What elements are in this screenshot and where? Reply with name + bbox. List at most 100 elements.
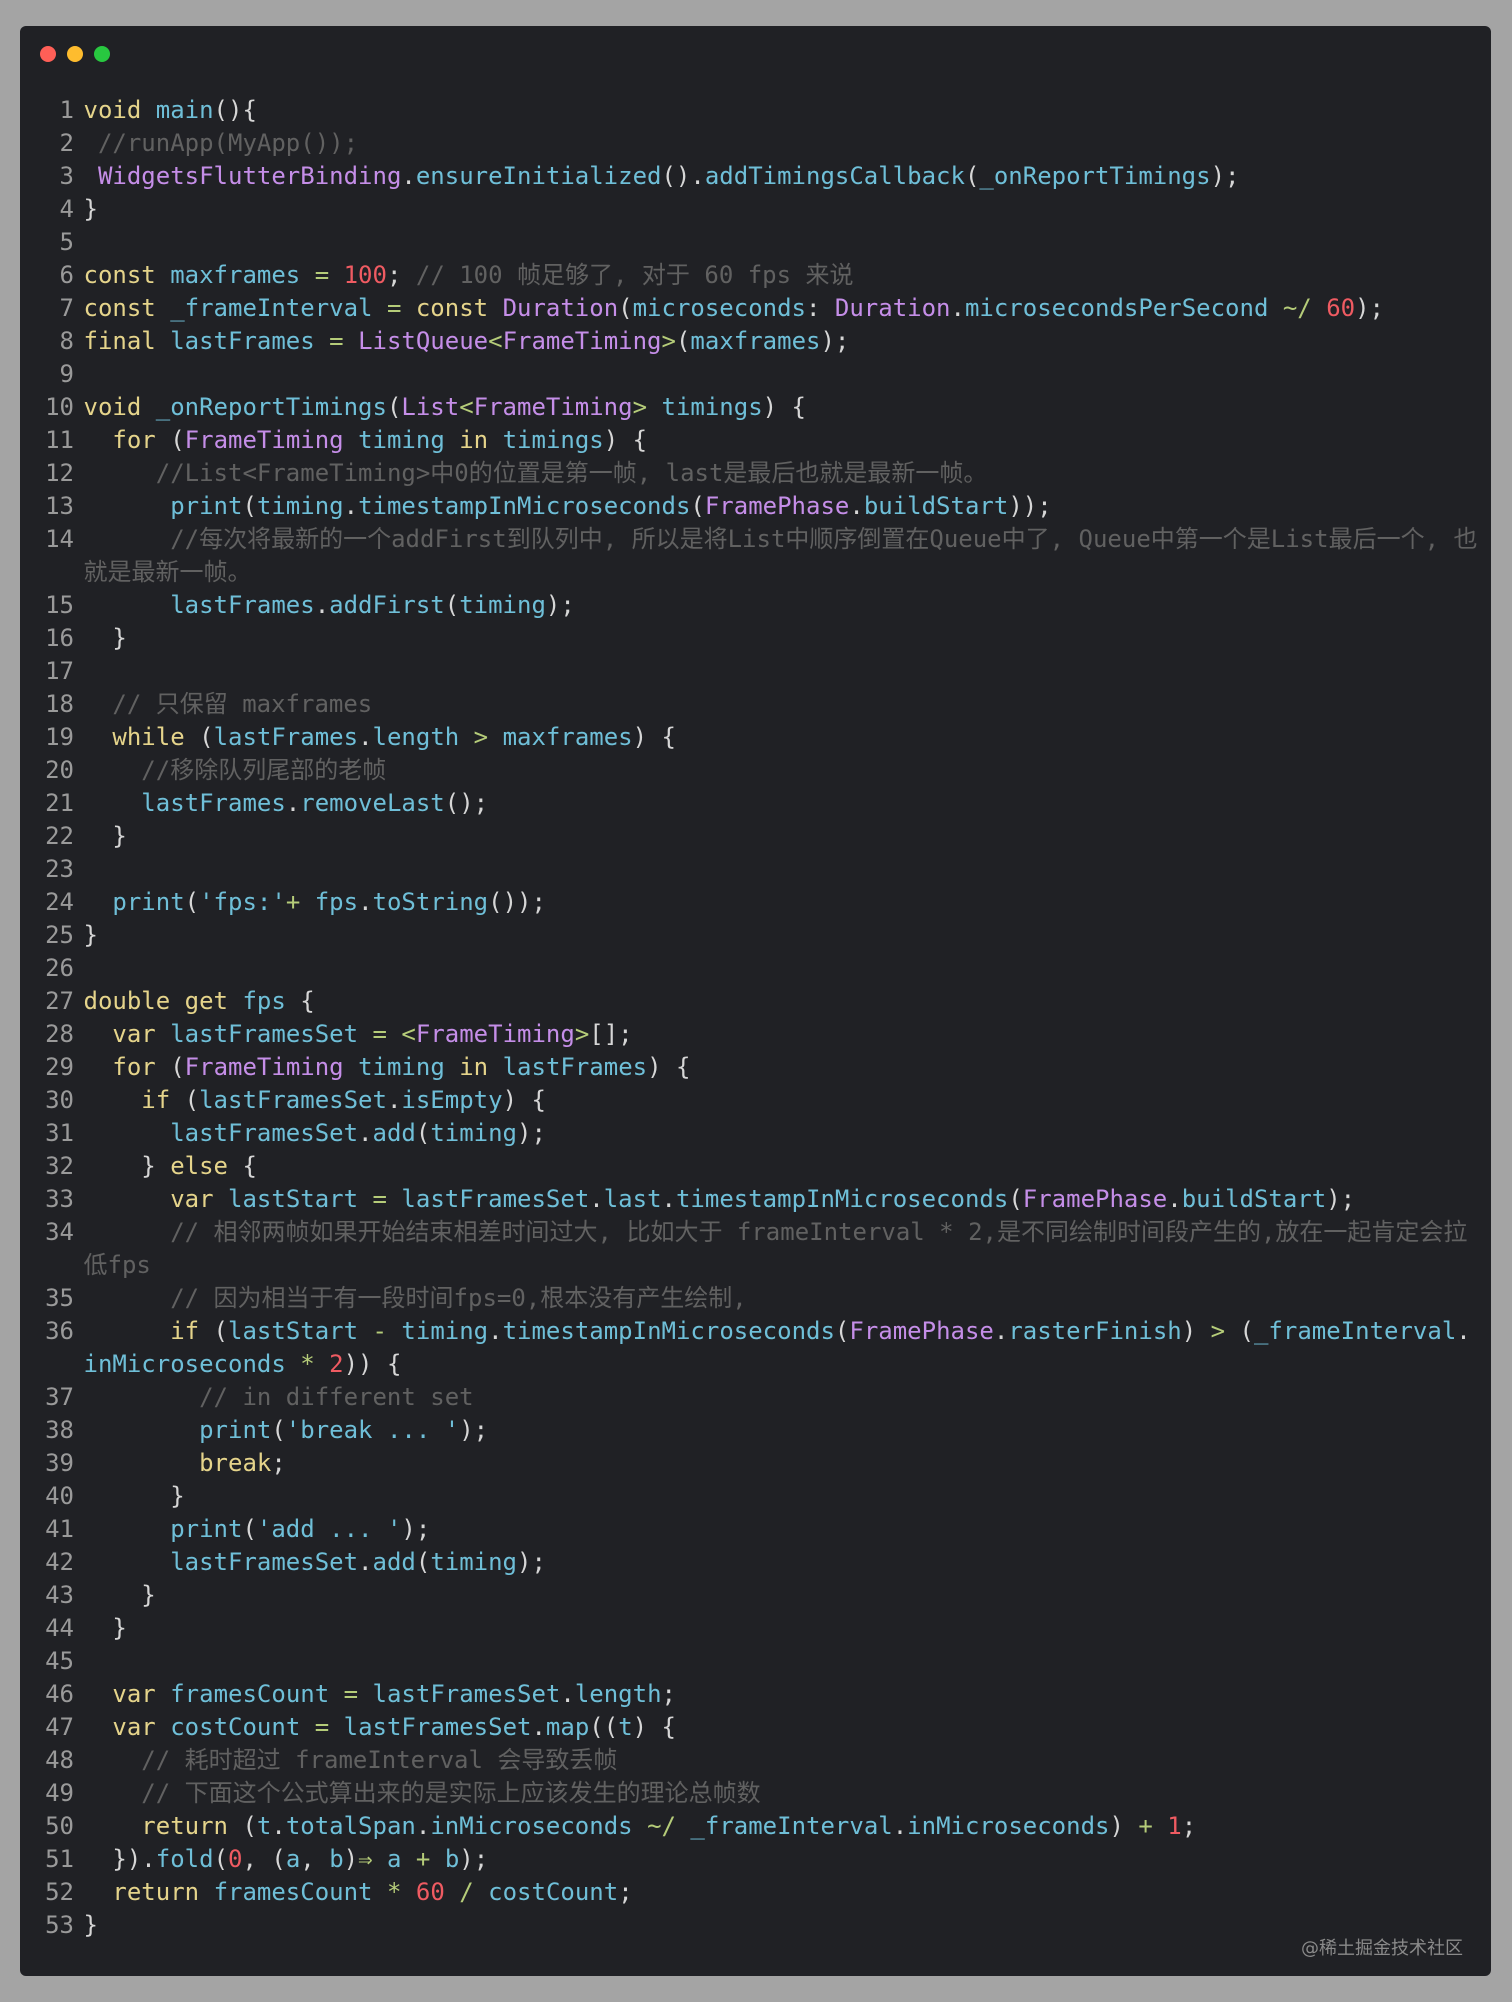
code-text: WidgetsFlutterBinding.ensureInitialized(… bbox=[74, 160, 1479, 193]
code-token: length bbox=[372, 723, 460, 751]
code-token: } bbox=[83, 195, 98, 223]
code-token: b bbox=[329, 1845, 344, 1873]
code-line: 29 for (FrameTiming timing in lastFrames… bbox=[20, 1051, 1491, 1084]
code-line: 19 while (lastFrames.length > maxframes)… bbox=[20, 721, 1491, 754]
code-token: ); bbox=[1326, 1185, 1356, 1213]
code-token: map bbox=[545, 1713, 590, 1741]
code-text: // 下面这个公式算出来的是实际上应该发生的理论总帧数 bbox=[74, 1777, 1479, 1810]
code-token: final bbox=[83, 327, 156, 355]
code-token: - bbox=[372, 1317, 387, 1345]
code-token: FrameTiming bbox=[502, 327, 662, 355]
line-number: 10 bbox=[45, 393, 74, 421]
code-token: addTimingsCallback bbox=[704, 162, 965, 190]
code-token: . bbox=[358, 1119, 373, 1147]
line-number: 42 bbox=[45, 1548, 74, 1576]
code-token: 'fps:' bbox=[199, 888, 286, 916]
code-token: FramePhase bbox=[849, 1317, 994, 1345]
code-token: 60 bbox=[415, 1878, 445, 1906]
code-token: ) { bbox=[632, 723, 676, 751]
code-text: lastFramesSet.add(timing); bbox=[74, 1546, 1479, 1579]
code-token: lastStart bbox=[228, 1185, 359, 1213]
code-token: lastFramesSet bbox=[170, 1119, 359, 1147]
line-number: 4 bbox=[59, 195, 74, 223]
code-token: timing bbox=[358, 1053, 445, 1081]
line-number: 21 bbox=[45, 789, 74, 817]
code-line: 41 print('add ... '); bbox=[20, 1513, 1491, 1546]
line-number: 48 bbox=[45, 1746, 74, 1774]
code-token: ( bbox=[618, 294, 633, 322]
code-token: . bbox=[589, 1185, 604, 1213]
code-line: 44 } bbox=[20, 1612, 1491, 1645]
code-editor: 1 void main(){2 //runApp(MyApp()); 3 Widge… bbox=[20, 94, 1491, 1942]
code-token: ( bbox=[184, 888, 200, 916]
code-text: } bbox=[74, 1612, 1479, 1645]
code-token: _frameInterval bbox=[690, 1812, 893, 1840]
code-token: . bbox=[314, 591, 330, 619]
code-text: } bbox=[74, 193, 1479, 226]
code-line: 30 if (lastFramesSet.isEmpty) { bbox=[20, 1084, 1491, 1117]
code-token: ; bbox=[618, 1878, 633, 1906]
code-token: ( bbox=[386, 393, 402, 421]
code-line: 34 // 相邻两帧如果开始结束相差时间过大, 比如大于 frameInterv… bbox=[20, 1216, 1491, 1282]
zoom-window-button[interactable] bbox=[94, 46, 110, 62]
code-token: { bbox=[285, 987, 315, 1015]
code-token: ( bbox=[170, 1086, 200, 1114]
line-number: 45 bbox=[45, 1647, 74, 1675]
watermark: @稀土掘金技术社区 bbox=[1301, 1938, 1463, 1959]
code-line: 39 break; bbox=[20, 1447, 1491, 1480]
code-text: void _onReportTimings(List<FrameTiming> … bbox=[74, 391, 1479, 424]
code-token: > bbox=[574, 1020, 590, 1048]
code-token: (); bbox=[444, 789, 489, 817]
line-number: 30 bbox=[45, 1086, 74, 1114]
close-window-button[interactable] bbox=[40, 46, 56, 62]
code-token: ()); bbox=[488, 888, 546, 916]
code-line: 43 } bbox=[20, 1579, 1491, 1612]
minimize-window-button[interactable] bbox=[67, 46, 83, 62]
code-token: . bbox=[661, 1185, 676, 1213]
line-number: 33 bbox=[45, 1185, 74, 1213]
code-token: * bbox=[300, 1350, 315, 1378]
line-number: 5 bbox=[59, 228, 74, 256]
code-line: 38 print('break ... '); bbox=[20, 1414, 1491, 1447]
code-token: ); bbox=[545, 591, 575, 619]
code-token: ( bbox=[964, 162, 980, 190]
code-token: ensureInitialized bbox=[415, 162, 662, 190]
code-text: const _frameInterval = const Duration(mi… bbox=[74, 292, 1479, 325]
code-token: (). bbox=[661, 162, 705, 190]
line-number: 47 bbox=[45, 1713, 74, 1741]
code-token: microseconds bbox=[632, 294, 806, 322]
code-token: //每次将最新的一个addFirst到队列中, 所以是将List中顺序倒置在Qu… bbox=[83, 525, 1478, 586]
code-token: 0 bbox=[228, 1845, 243, 1873]
code-text: } bbox=[74, 919, 1479, 952]
code-text: lastFramesSet.add(timing); bbox=[74, 1117, 1479, 1150]
code-token: } bbox=[83, 1482, 185, 1510]
line-number: 14 bbox=[45, 525, 74, 553]
code-token: ); bbox=[820, 327, 850, 355]
code-text: print('add ... '); bbox=[74, 1513, 1479, 1546]
code-token: lastStart bbox=[228, 1317, 359, 1345]
code-text: // 因为相当于有一段时间fps=0,根本没有产生绘制, bbox=[74, 1282, 1479, 1315]
code-token: lastFrames bbox=[213, 723, 359, 751]
code-line: 51 }).fold(0, (a, b)⇒ a + b); bbox=[20, 1843, 1491, 1876]
code-token: ( bbox=[155, 1053, 185, 1081]
code-token: main bbox=[155, 96, 214, 124]
code-token: framesCount bbox=[213, 1878, 373, 1906]
code-text: var framesCount = lastFramesSet.length; bbox=[74, 1678, 1479, 1711]
code-line: 26 bbox=[20, 952, 1491, 985]
